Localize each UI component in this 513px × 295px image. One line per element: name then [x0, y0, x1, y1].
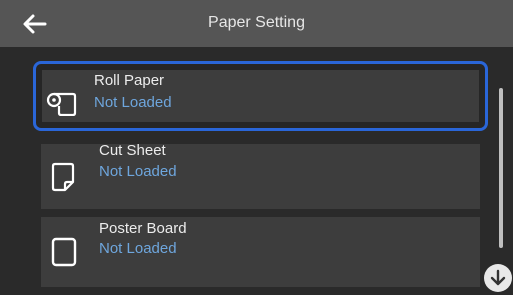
list-item-poster-board[interactable]: Poster Board Not Loaded: [41, 217, 480, 287]
item-name: Cut Sheet: [99, 142, 166, 159]
paper-list: Roll Paper Not Loaded Cut Sheet Not Load…: [0, 47, 513, 295]
header-bar: Paper Setting: [0, 0, 513, 47]
scrollbar[interactable]: [499, 88, 503, 248]
item-name: Roll Paper: [94, 72, 165, 89]
poster-board-icon: [51, 237, 77, 272]
roll-paper-icon: [46, 92, 78, 121]
cut-sheet-icon: [51, 162, 75, 197]
item-status: Not Loaded: [99, 240, 177, 257]
list-item-roll-paper[interactable]: Roll Paper Not Loaded: [33, 61, 488, 131]
list-item-roll-paper-body: Roll Paper Not Loaded: [42, 70, 479, 122]
paper-setting-screen: Paper Setting Roll Paper Not Loaded Cut …: [0, 0, 513, 295]
scroll-down-button[interactable]: [484, 264, 512, 292]
item-name: Poster Board: [99, 220, 187, 237]
page-title: Paper Setting: [208, 14, 305, 31]
list-item-cut-sheet[interactable]: Cut Sheet Not Loaded: [41, 142, 480, 209]
item-status: Not Loaded: [99, 163, 177, 180]
arrow-down-icon: [490, 269, 506, 286]
item-status: Not Loaded: [94, 94, 172, 111]
